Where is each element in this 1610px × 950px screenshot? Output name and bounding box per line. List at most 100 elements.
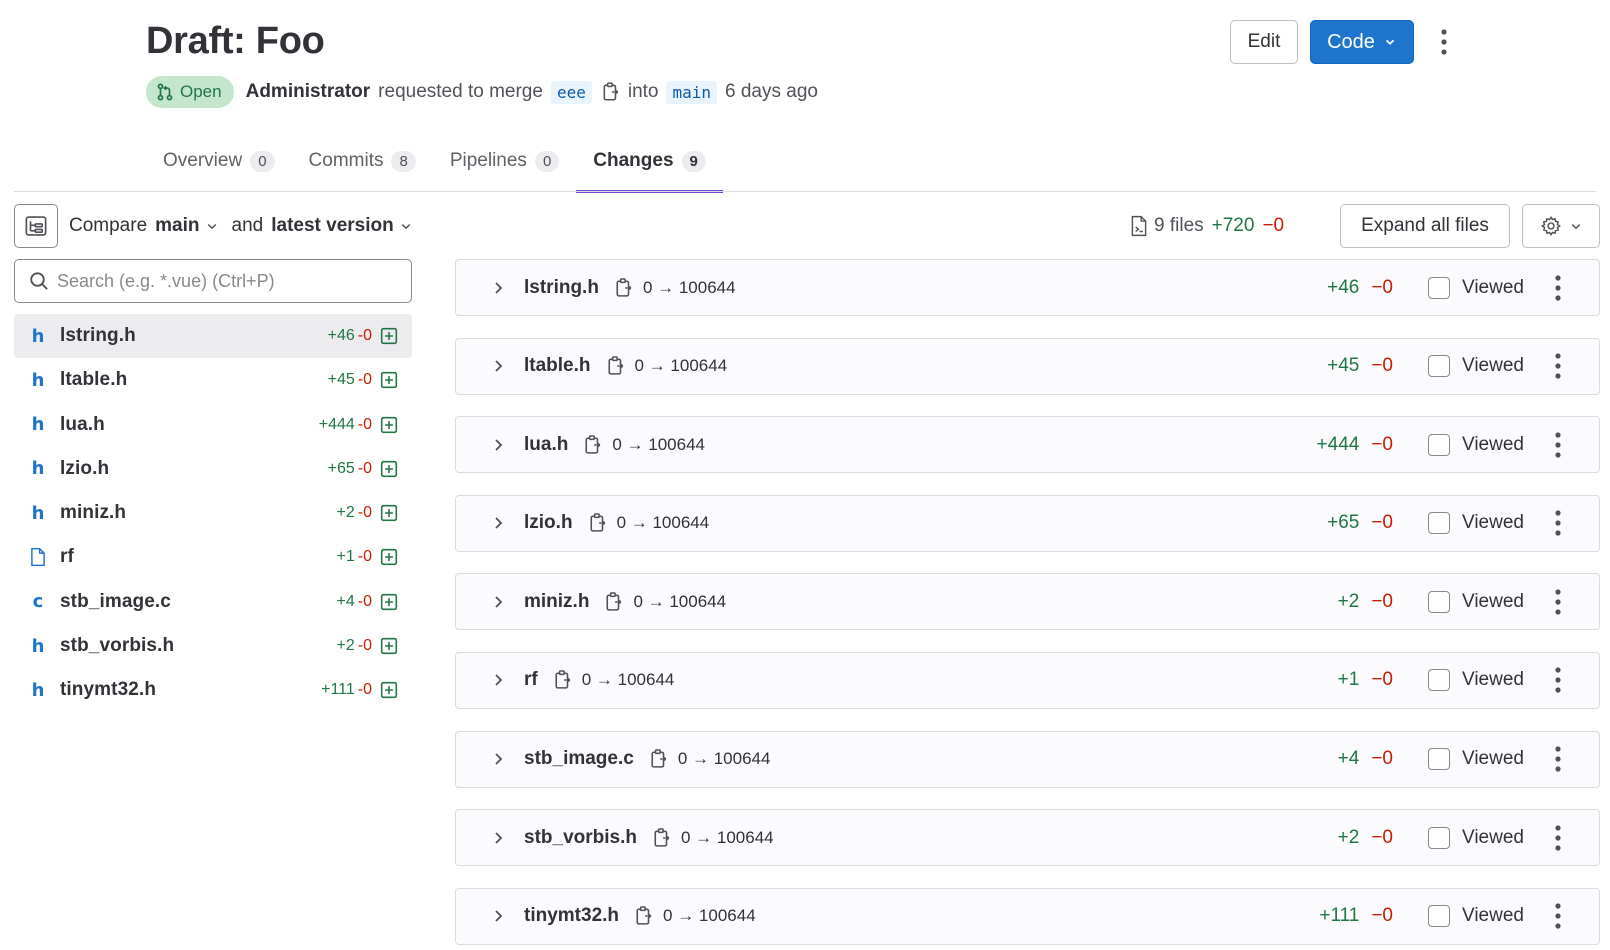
diff-file-header-ltable-h[interactable]: ltable.h 0 → 100644 +45 −0 Viewed — [455, 337, 1600, 395]
tab-overview[interactable]: Overview 0 — [146, 130, 292, 192]
tree-item-miniz[interactable]: h miniz.h +2 -0 — [14, 491, 412, 535]
head-version-dropdown[interactable]: latest version — [271, 215, 412, 237]
chevron-down-icon — [401, 223, 410, 230]
tab-count: 8 — [391, 150, 416, 172]
tab-pipelines[interactable]: Pipelines 0 — [433, 130, 576, 192]
tab-count: 0 — [250, 150, 275, 172]
copy-branch-icon[interactable] — [602, 82, 620, 102]
chevron-right-icon[interactable] — [486, 516, 510, 530]
file-tree-toggle-button[interactable] — [14, 204, 58, 248]
diff-settings-button[interactable] — [1522, 204, 1600, 248]
tree-item-lzio[interactable]: h lzio.h +65 -0 — [14, 447, 412, 491]
file-options-kebab-icon[interactable] — [1555, 274, 1561, 301]
target-branch[interactable]: main — [666, 80, 718, 104]
tree-item-lstring[interactable]: h lstring.h +46 -0 — [14, 314, 412, 358]
checkbox-box[interactable] — [1428, 433, 1450, 456]
tree-item-ltable[interactable]: h ltable.h +45 -0 — [14, 358, 412, 402]
tab-commits[interactable]: Commits 8 — [292, 130, 433, 192]
checkbox-box[interactable] — [1428, 826, 1450, 849]
copy-file-path-icon[interactable] — [653, 827, 671, 849]
diff-file-header-lstring-h[interactable]: lstring.h 0 → 100644 +46 −0 Viewed — [455, 259, 1600, 316]
copy-file-path-icon[interactable] — [584, 434, 602, 456]
diff-file-name[interactable]: lua.h — [524, 434, 568, 456]
edit-button[interactable]: Edit — [1230, 20, 1298, 64]
diff-file-header-rf[interactable]: rf 0 → 100644 +1 −0 Viewed — [455, 651, 1600, 709]
viewed-checkbox[interactable]: Viewed — [1428, 355, 1524, 378]
h-file-icon: h — [31, 414, 45, 436]
tree-item-tinymt32[interactable]: h tinymt32.h +111 -0 — [14, 668, 412, 712]
author-name[interactable]: Administrator — [246, 81, 371, 103]
copy-file-path-icon[interactable] — [589, 512, 607, 534]
copy-file-path-icon[interactable] — [607, 355, 625, 377]
checkbox-box[interactable] — [1428, 355, 1450, 378]
diff-file-header-stb-image-c[interactable]: stb_image.c 0 → 100644 +4 −0 Viewed — [455, 730, 1600, 788]
viewed-checkbox[interactable]: Viewed — [1428, 590, 1524, 613]
file-options-kebab-icon[interactable] — [1555, 825, 1561, 851]
chevron-right-icon[interactable] — [486, 752, 510, 766]
file-options-kebab-icon[interactable] — [1555, 746, 1561, 772]
diff-file-name[interactable]: miniz.h — [524, 591, 589, 613]
file-options-kebab-icon[interactable] — [1555, 589, 1561, 615]
viewed-label: Viewed — [1462, 355, 1524, 377]
expand-all-files-button[interactable]: Expand all files — [1340, 204, 1510, 248]
diff-file-header-lzio-h[interactable]: lzio.h 0 → 100644 +65 −0 Viewed — [455, 494, 1600, 552]
diff-file-name[interactable]: rf — [524, 669, 538, 691]
chevron-right-icon[interactable] — [486, 831, 510, 845]
tab-count: 0 — [534, 150, 560, 172]
chevron-right-icon[interactable] — [486, 673, 510, 687]
file-options-kebab-icon[interactable] — [1555, 510, 1561, 536]
h-file-icon: h — [31, 369, 45, 391]
checkbox-box[interactable] — [1428, 669, 1450, 692]
source-branch[interactable]: eee — [550, 80, 592, 104]
checkbox-box[interactable] — [1428, 590, 1450, 613]
viewed-checkbox[interactable]: Viewed — [1428, 276, 1524, 299]
diff-file-name[interactable]: ltable.h — [524, 355, 591, 377]
file-search[interactable] — [14, 259, 412, 303]
diff-file-name[interactable]: stb_image.c — [524, 748, 634, 770]
file-options-kebab-icon[interactable] — [1555, 667, 1561, 694]
checkbox-box[interactable] — [1428, 905, 1450, 928]
head-version-label: latest version — [271, 215, 394, 236]
copy-file-path-icon[interactable] — [554, 669, 572, 691]
copy-file-path-icon[interactable] — [650, 748, 668, 770]
tree-item-lua[interactable]: h lua.h +444 -0 — [14, 403, 412, 447]
viewed-checkbox[interactable]: Viewed — [1428, 905, 1524, 928]
viewed-checkbox[interactable]: Viewed — [1428, 748, 1524, 771]
diff-file-header-lua-h[interactable]: lua.h 0 → 100644 +444 −0 Viewed — [455, 416, 1600, 474]
chevron-right-icon[interactable] — [486, 595, 510, 609]
file-search-input[interactable] — [57, 270, 387, 292]
file-options-kebab-icon[interactable] — [1555, 432, 1561, 458]
chevron-right-icon[interactable] — [486, 281, 510, 295]
file-options-kebab-icon[interactable] — [1555, 353, 1561, 379]
tree-item-rf[interactable]: rf +1 -0 — [14, 535, 412, 579]
diff-file-header-stb-vorbis-h[interactable]: stb_vorbis.h 0 → 100644 +2 −0 Viewed — [455, 809, 1600, 867]
diff-file-header-tinymt32-h[interactable]: tinymt32.h 0 → 100644 +111 −0 Viewed — [455, 887, 1600, 945]
viewed-checkbox[interactable]: Viewed — [1428, 669, 1524, 692]
viewed-checkbox[interactable]: Viewed — [1428, 433, 1524, 456]
file-tree: h lstring.h +46 -0 h ltable.h +45 -0 h lua… — [14, 314, 412, 713]
diff-file-name[interactable]: tinymt32.h — [524, 905, 619, 927]
checkbox-box[interactable] — [1428, 512, 1450, 535]
diff-file-name[interactable]: stb_vorbis.h — [524, 827, 637, 849]
base-version-dropdown[interactable]: main — [155, 215, 217, 237]
tree-item-stb-image[interactable]: c stb_image.c +4 -0 — [14, 580, 412, 624]
checkbox-box[interactable] — [1428, 276, 1450, 299]
viewed-checkbox[interactable]: Viewed — [1428, 826, 1524, 849]
tab-changes[interactable]: Changes 9 — [576, 130, 723, 193]
checkbox-box[interactable] — [1428, 748, 1450, 771]
tree-item-stb-vorbis[interactable]: h stb_vorbis.h +2 -0 — [14, 624, 412, 668]
more-actions-kebab-icon[interactable] — [1432, 24, 1456, 60]
viewed-checkbox[interactable]: Viewed — [1428, 512, 1524, 535]
chevron-right-icon[interactable] — [486, 909, 510, 923]
tree-item-stats: +2 -0 — [337, 637, 372, 655]
code-dropdown-button[interactable]: Code — [1310, 20, 1414, 64]
chevron-right-icon[interactable] — [486, 359, 510, 373]
diff-file-name[interactable]: lstring.h — [524, 277, 599, 299]
file-options-kebab-icon[interactable] — [1555, 903, 1561, 929]
chevron-right-icon[interactable] — [486, 438, 510, 452]
copy-file-path-icon[interactable] — [615, 277, 633, 299]
copy-file-path-icon[interactable] — [605, 591, 623, 613]
diff-file-header-miniz-h[interactable]: miniz.h 0 → 100644 +2 −0 Viewed — [455, 573, 1600, 631]
diff-file-name[interactable]: lzio.h — [524, 512, 573, 534]
copy-file-path-icon[interactable] — [635, 905, 653, 927]
